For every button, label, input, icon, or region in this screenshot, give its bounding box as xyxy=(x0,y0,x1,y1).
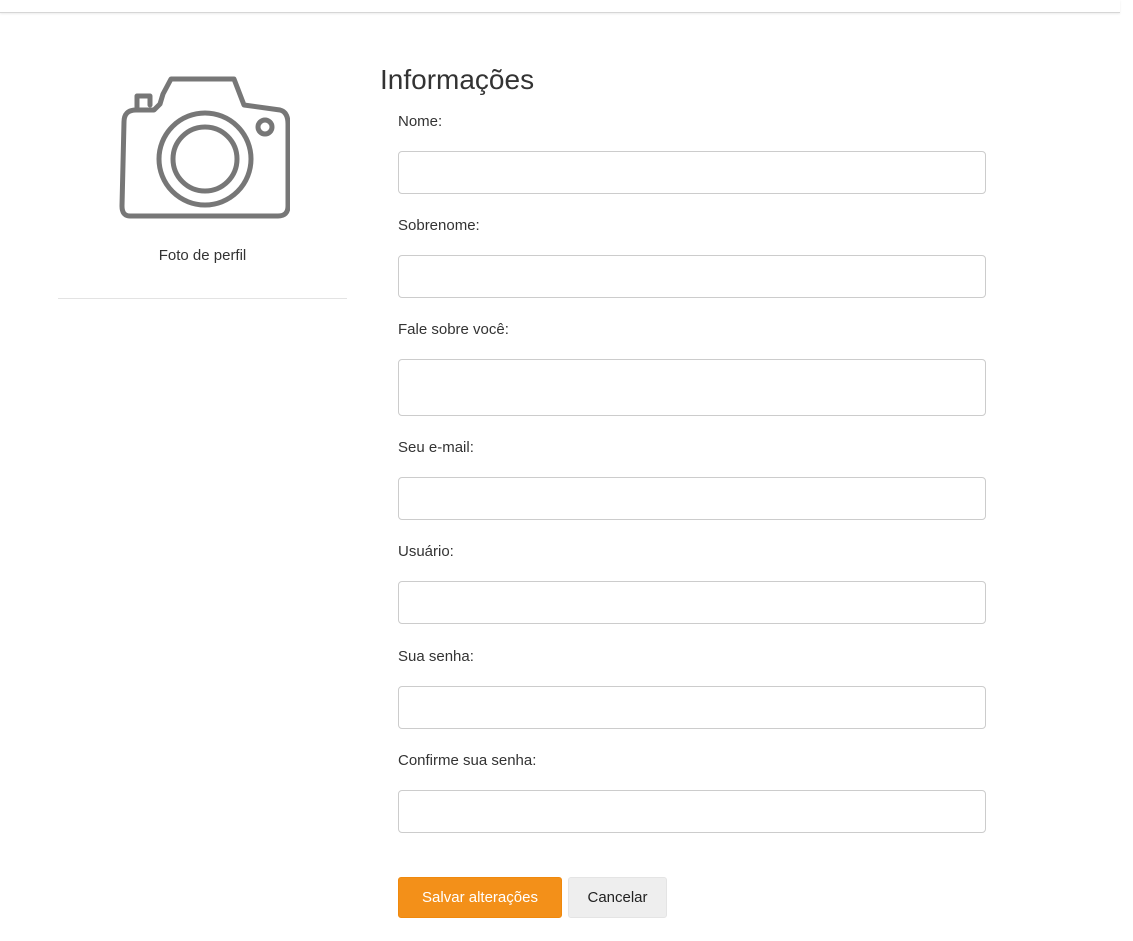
sobre-textarea[interactable] xyxy=(398,359,986,416)
confirma-senha-input[interactable] xyxy=(398,790,986,833)
nome-input[interactable] xyxy=(398,151,986,194)
sobrenome-label: Sobrenome: xyxy=(398,217,480,234)
page-title: Informações xyxy=(380,64,535,95)
senha-input[interactable] xyxy=(398,686,986,729)
usuario-input[interactable] xyxy=(398,581,986,624)
email-input[interactable] xyxy=(398,477,986,520)
sobrenome-input[interactable] xyxy=(398,255,986,298)
sobre-label: Fale sobre você: xyxy=(398,321,509,338)
profile-photo-panel: Foto de perfil xyxy=(58,60,347,299)
nome-label: Nome: xyxy=(398,113,443,130)
email-label: Seu e-mail: xyxy=(398,439,474,456)
senha-label: Sua senha: xyxy=(398,648,474,665)
camera-icon[interactable] xyxy=(116,74,290,219)
photo-label: Foto de perfil xyxy=(158,247,247,264)
usuario-label: Usuário: xyxy=(398,543,454,560)
save-button[interactable]: Salvar alterações xyxy=(398,877,562,918)
confirma-senha-label: Confirme sua senha: xyxy=(398,752,537,769)
header-divider xyxy=(0,0,1120,13)
cancel-button[interactable]: Cancelar xyxy=(568,877,667,918)
